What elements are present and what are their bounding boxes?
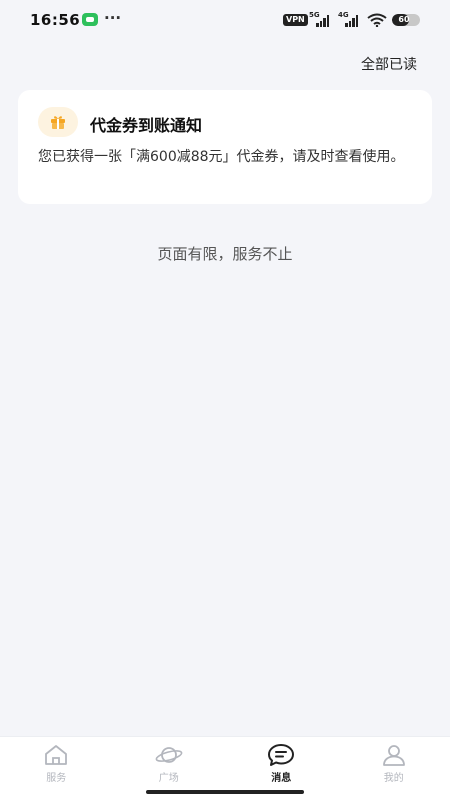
vpn-badge: VPN (283, 14, 308, 26)
gift-icon (38, 107, 78, 137)
notification-title: 代金券到账通知 (90, 116, 203, 135)
battery-icon: 60 (392, 14, 420, 26)
screen: 16:56 ··· VPN 5G 4G 60 全部已读 代金券到账通知 您已获得… (0, 0, 450, 800)
tab-label: 我的 (383, 773, 404, 784)
notification-body: 您已获得一张「满600减88元」代金券，请及时查看使用。 (38, 149, 405, 165)
signal-bars-icon (345, 15, 359, 27)
home-indicator[interactable] (146, 790, 304, 794)
planet-icon (155, 747, 183, 763)
tab-mine[interactable]: 我的 (338, 737, 450, 800)
tab-label: 广场 (158, 773, 179, 784)
notification-card[interactable]: 代金券到账通知 您已获得一张「满600减88元」代金券，请及时查看使用。 (18, 90, 432, 204)
mark-all-read-button[interactable]: 全部已读 (361, 54, 417, 74)
tab-label: 服务 (46, 773, 67, 784)
signal-bars-icon (316, 15, 330, 27)
wifi-icon (367, 13, 387, 27)
status-time: 16:56 (30, 11, 81, 29)
user-icon (382, 745, 405, 766)
tab-service[interactable]: 服务 (0, 737, 113, 800)
battery-percent: 60 (398, 15, 410, 24)
message-app-icon (82, 13, 98, 26)
message-icon (268, 744, 295, 766)
more-notifications-icon: ··· (104, 9, 122, 27)
status-bar: 16:56 ··· VPN 5G 4G 60 (0, 0, 450, 40)
tab-label: 消息 (271, 773, 292, 784)
end-of-list-note: 页面有限，服务不止 (157, 245, 293, 263)
home-icon (45, 745, 68, 765)
